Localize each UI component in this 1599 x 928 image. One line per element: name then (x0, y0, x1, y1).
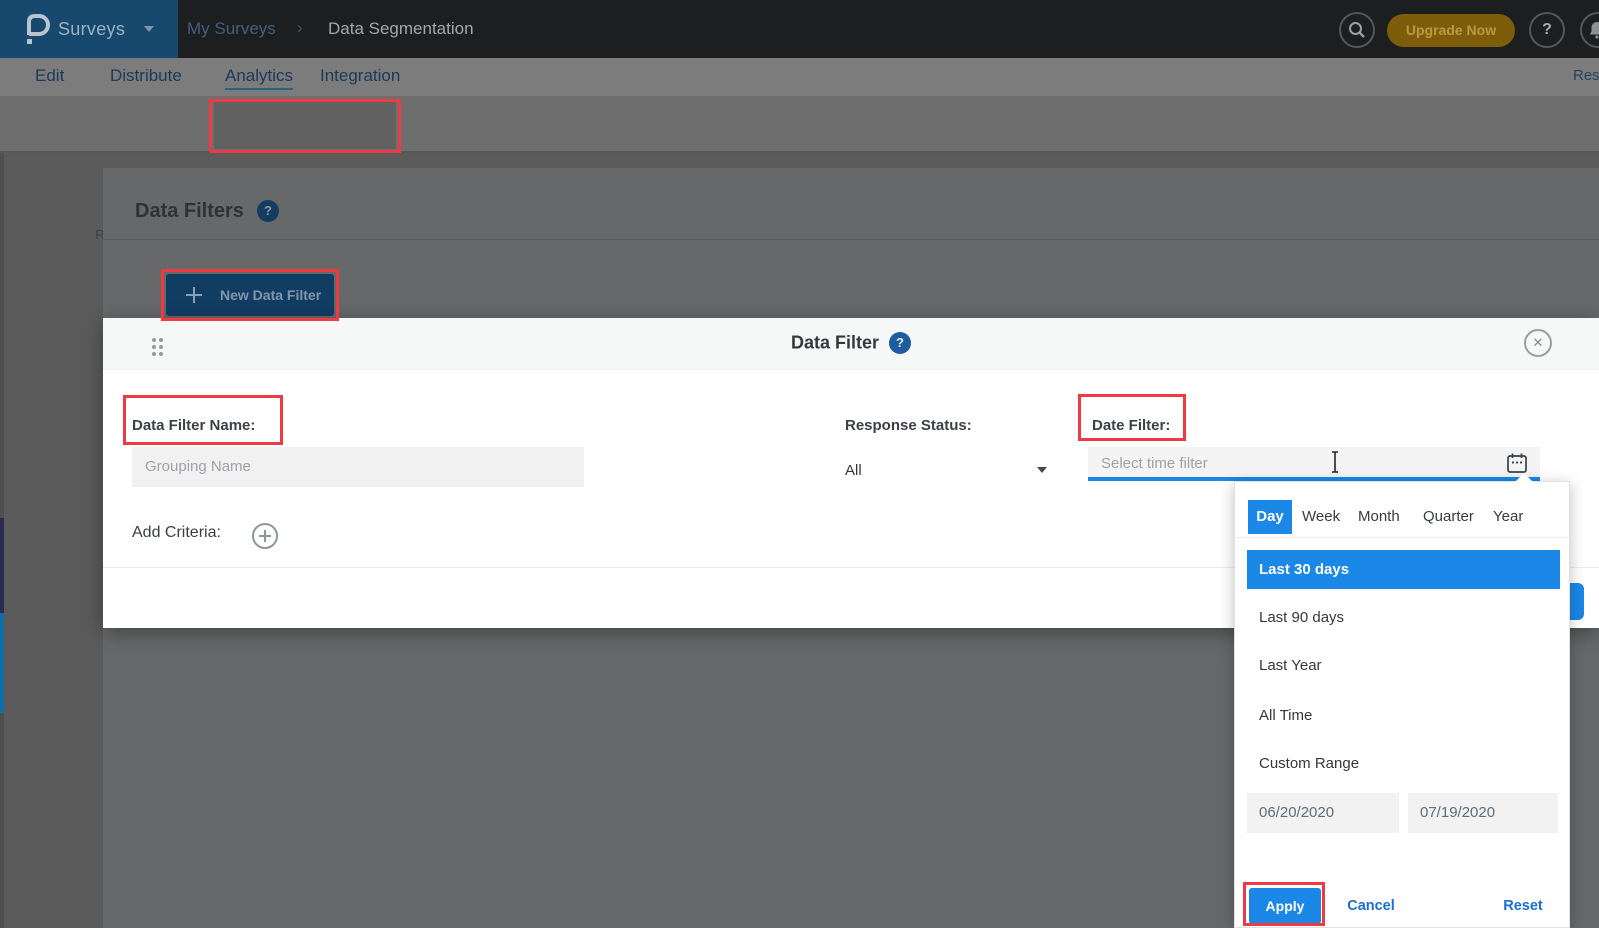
tab-month[interactable]: Month (1358, 500, 1400, 534)
chevron-down-icon[interactable] (1037, 467, 1047, 473)
cancel-link[interactable]: Cancel (1331, 888, 1411, 924)
add-criteria-plus-icon[interactable] (251, 522, 279, 550)
modal-header: Data Filter? ✕ (103, 318, 1599, 370)
tab-week[interactable]: Week (1302, 500, 1340, 534)
questionpro-logo-icon (24, 12, 50, 46)
bell-icon (1587, 20, 1599, 40)
breadcrumb-parent-link[interactable]: My Surveys (187, 19, 276, 39)
responses-link-partial[interactable]: Res (1573, 67, 1599, 84)
response-status-select[interactable]: All (845, 462, 862, 479)
product-switcher[interactable]: Surveys (0, 0, 178, 58)
search-icon (1347, 20, 1367, 40)
tab-year[interactable]: Year (1493, 500, 1523, 534)
notifications-button[interactable] (1580, 12, 1599, 48)
annotation-box-apply (1243, 882, 1325, 926)
tab-distribute[interactable]: Distribute (110, 66, 182, 86)
help-button[interactable]: ? (1529, 12, 1565, 48)
top-navbar: Surveys My Surveys › Data Segmentation U… (0, 0, 1599, 58)
option-last-year[interactable]: Last Year (1259, 657, 1322, 674)
annotation-box-date-filter (1078, 394, 1186, 441)
option-all-time[interactable]: All Time (1259, 707, 1312, 724)
annotation-box-new-data-filter (161, 269, 339, 321)
divider (1235, 537, 1569, 538)
date-filter-input[interactable]: Select time filter (1088, 447, 1540, 481)
range-start-input[interactable]: 06/20/2020 (1247, 793, 1399, 833)
modal-title: Data Filter (791, 333, 879, 353)
modal-title-wrap: Data Filter? (103, 332, 1599, 354)
tab-day[interactable]: Day (1248, 500, 1292, 534)
app-screen: Surveys My Surveys › Data Segmentation U… (0, 0, 1599, 928)
survey-nav-tabs: Edit Distribute Analytics Integration Re… (0, 58, 1599, 96)
breadcrumb-separator: › (297, 18, 303, 38)
annotation-box-data-segmentation (209, 99, 401, 153)
chevron-down-icon (144, 26, 154, 32)
grouping-name-input[interactable]: Grouping Name (132, 447, 584, 487)
page-left-edge (0, 153, 4, 928)
date-filter-dropdown: Day Week Month Quarter Year Last 30 days… (1234, 481, 1570, 928)
close-icon[interactable]: ✕ (1524, 329, 1552, 357)
upgrade-now-button[interactable]: Upgrade Now (1387, 14, 1515, 47)
option-last-30-days[interactable]: Last 30 days (1247, 550, 1560, 589)
page-title: Data Filters (135, 200, 244, 223)
tab-quarter[interactable]: Quarter (1423, 500, 1474, 534)
divider (103, 239, 1599, 240)
calendar-icon[interactable] (1506, 452, 1528, 474)
dropdown-arrow (1515, 473, 1533, 482)
reset-link[interactable]: Reset (1483, 888, 1563, 924)
product-switcher-label: Surveys (58, 19, 125, 40)
annotation-box-data-filter-name (123, 395, 283, 445)
breadcrumb-current: Data Segmentation (328, 19, 474, 39)
response-status-label: Response Status: (845, 417, 972, 434)
option-last-90-days[interactable]: Last 90 days (1259, 609, 1344, 626)
tab-analytics[interactable]: Analytics (225, 66, 293, 90)
range-end-input[interactable]: 07/19/2020 (1408, 793, 1558, 833)
help-icon: ? (1542, 21, 1552, 38)
tab-integration[interactable]: Integration (320, 66, 400, 86)
search-button[interactable] (1339, 12, 1375, 48)
text-cursor-icon (1329, 450, 1341, 474)
add-criteria-label: Add Criteria: (132, 524, 221, 542)
help-icon[interactable]: ? (889, 332, 911, 354)
option-custom-range[interactable]: Custom Range (1259, 755, 1359, 772)
help-icon[interactable]: ? (257, 200, 279, 222)
tab-edit[interactable]: Edit (35, 66, 64, 86)
